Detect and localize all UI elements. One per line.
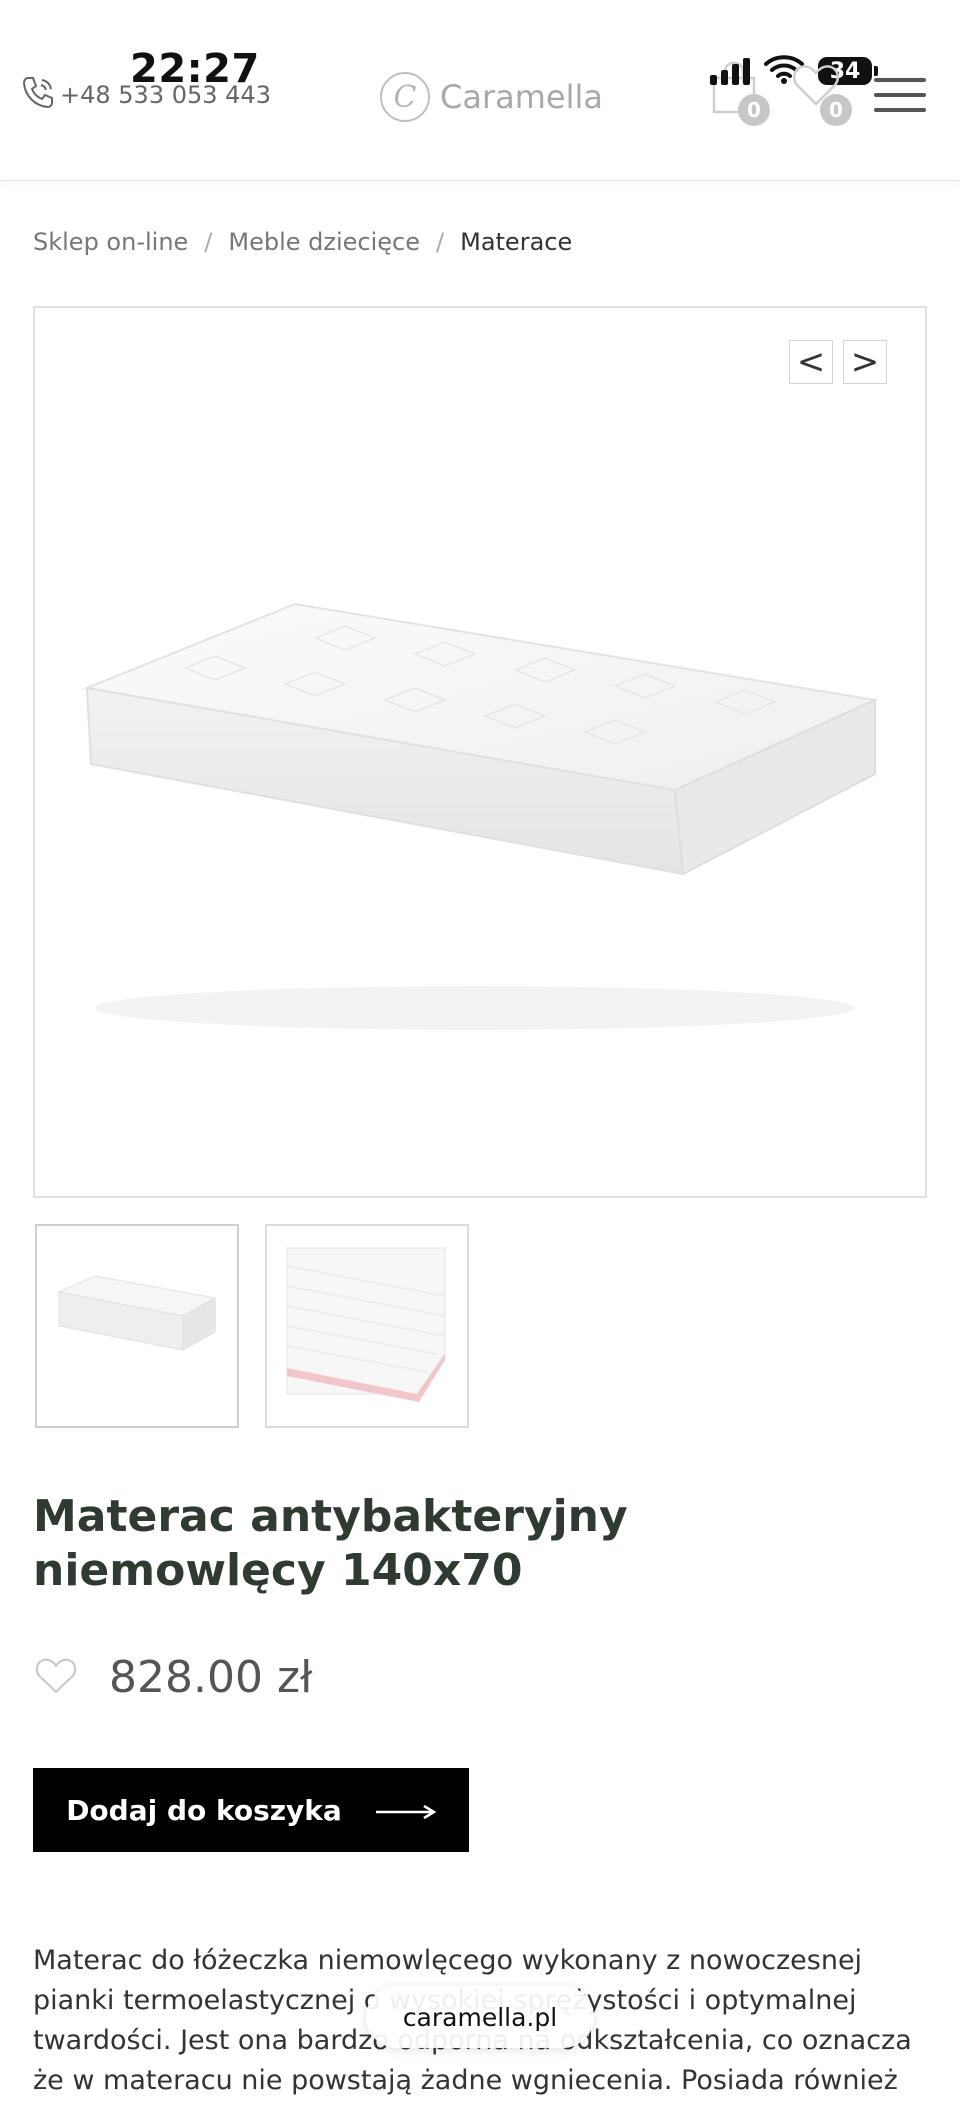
menu-line (874, 78, 926, 82)
thumbnail-mattress-image (57, 1275, 217, 1351)
breadcrumb: Sklep on-line / Meble dziecięce / Matera… (33, 228, 572, 256)
product-price: 828.00 zł (109, 1652, 313, 1703)
product-gallery[interactable]: < > (33, 306, 927, 1198)
cellular-signal-icon (710, 57, 750, 85)
phone-icon (18, 72, 58, 118)
menu-line (874, 108, 926, 112)
url-text: caramella.pl (402, 2002, 558, 2032)
logo-mark: C (380, 72, 430, 122)
breadcrumb-furniture[interactable]: Meble dziecięce (228, 228, 420, 256)
logo-text: Caramella (440, 78, 603, 116)
site-header: 22:27 +48 533 053 443 C Caramella 0 34 0 (0, 0, 960, 181)
breadcrumb-separator: / (204, 228, 213, 256)
wishlist-count-badge: 0 (820, 94, 852, 126)
thumbnail-foam-layers-image (286, 1247, 446, 1402)
gallery-next-button[interactable]: > (843, 340, 887, 384)
price-row: 828.00 zł (33, 1652, 313, 1703)
gallery-thumbnail[interactable] (265, 1224, 469, 1428)
browser-url-bar[interactable]: caramella.pl (366, 1986, 594, 2048)
phone-number: +48 533 053 443 (60, 81, 271, 109)
phone-link[interactable]: +48 533 053 443 (18, 72, 271, 118)
gallery-prev-button[interactable]: < (789, 340, 833, 384)
product-title: Materac antybakteryjny niemowlęcy 140x70 (33, 1491, 628, 1596)
mattress-image (35, 308, 925, 1196)
add-to-wishlist-heart-icon[interactable] (33, 1655, 79, 1701)
add-to-cart-label: Dodaj do koszyka (66, 1793, 342, 1827)
site-logo[interactable]: C Caramella (380, 72, 603, 122)
hamburger-menu-button[interactable] (874, 78, 926, 112)
breadcrumb-separator: / (436, 228, 445, 256)
wishlist-button[interactable]: 0 (790, 60, 852, 126)
breadcrumb-shop[interactable]: Sklep on-line (33, 228, 188, 256)
menu-line (874, 93, 926, 97)
gallery-thumbnail[interactable] (35, 1224, 239, 1428)
add-to-cart-button[interactable]: Dodaj do koszyka (33, 1768, 469, 1852)
arrow-right-icon (375, 1794, 437, 1827)
breadcrumb-current: Materace (460, 228, 573, 256)
cart-count-badge: 0 (738, 94, 770, 126)
